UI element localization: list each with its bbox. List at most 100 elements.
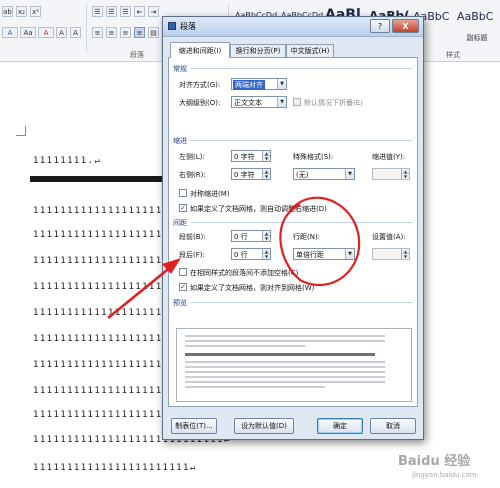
space-before-spinner[interactable]: 0 行 ▲ ▼ [231,230,271,242]
no-space-same-style-label: 在相同样式的段落间不添加空格(C) [190,269,299,277]
ok-button[interactable]: 确定 [317,418,363,434]
document-line: 11111111.↵ [33,156,102,166]
word-app-icon [168,22,176,30]
snap-to-grid-checkbox[interactable]: ✓ [179,283,187,291]
align-right-button[interactable]: ≡ [120,27,131,38]
watermark: Baidu 经验 jingyan.baidu.com [398,450,496,484]
line-spacing-label: 行距(N): [293,233,321,241]
section-divider [191,68,413,69]
space-after-label: 段后(F): [179,251,205,259]
chevron-down-icon: ▼ [345,249,354,259]
numbering-button[interactable]: ☰ [106,6,117,17]
align-left-button[interactable]: ≡ [92,27,103,38]
preview-line [185,353,375,356]
special-indent-select[interactable]: (无) ▼ [293,168,355,180]
subscript-button[interactable]: x₂ [16,6,27,17]
section-divider [191,302,413,303]
indentation-section-title: 缩进 [173,137,187,145]
tab-label: 中文版式(H) [290,47,330,55]
decrease-indent-button[interactable]: ⇤ [134,6,145,17]
spacing-section-title: 间距 [173,219,187,227]
superscript-button[interactable]: x² [30,6,41,17]
style-sample: AaBbC [457,10,494,23]
general-section-title: 常规 [173,65,187,73]
auto-adjust-right-indent-label: 如果定义了文档网格，则自动调整右缩进(D) [190,205,327,213]
space-after-value: 0 行 [234,251,248,259]
space-before-value: 0 行 [234,233,248,241]
increase-indent-button[interactable]: ⇥ [148,6,159,17]
left-indent-label: 左侧(L): [179,153,205,161]
bullets-button[interactable]: ☰ [92,6,103,17]
close-button[interactable]: X [392,19,419,33]
superscript-icon: x² [32,7,39,16]
right-indent-spinner[interactable]: 0 字符 ▲ ▼ [231,168,271,180]
spin-down-icon[interactable]: ▼ [263,236,270,241]
line-spacing-select[interactable]: 单倍行距 ▼ [293,248,355,260]
auto-adjust-right-indent-checkbox[interactable]: ✓ [179,204,187,212]
preview-line [185,371,385,373]
left-indent-spinner[interactable]: 0 字符 ▲ ▼ [231,150,271,162]
help-icon: ? [377,21,383,31]
align-center-button[interactable]: ≡ [106,27,117,38]
chevron-down-icon: ▼ [345,169,354,179]
enclose-char-button[interactable]: A [70,27,81,38]
watermark-logo: Baidu 经验 [398,454,471,469]
align-right-icon: ≡ [122,28,129,37]
style-name: 副标题 [466,34,488,42]
distributed-button[interactable]: ▤ [148,27,159,38]
special-indent-label: 特殊格式(S): [293,153,334,161]
collapse-by-default-label: 默认情况下折叠(E) [304,99,363,107]
enclose-char-icon: A [73,28,78,37]
dialog-titlebar[interactable]: 段落 ? X [163,17,423,37]
tab-line-page-breaks[interactable]: 换行和分页(P) [230,44,286,57]
right-indent-value: 0 字符 [234,171,255,179]
tab-asian-typography[interactable]: 中文版式(H) [286,44,334,57]
spin-down-icon[interactable]: ▼ [263,254,270,259]
outline-level-value: 正文文本 [234,99,262,107]
style-tile-subtitle[interactable]: AaBbC 副标题 [454,6,498,46]
spin-down-icon[interactable]: ▼ [263,174,270,179]
strikethrough-button[interactable]: ab [2,6,13,17]
preview-section-title: 预览 [173,299,187,307]
multilevel-list-button[interactable]: ☰ [120,6,131,17]
document-line: 11111111111111111111111↵ [33,463,197,473]
distributed-icon: ▤ [150,28,157,37]
char-shading-button[interactable]: A [56,27,67,38]
spin-down-icon[interactable]: ▼ [402,174,409,179]
spin-down-icon[interactable]: ▼ [263,156,270,161]
paragraph-preview [176,328,412,402]
inline-image [30,176,168,182]
styles-group-label: 样式 [446,51,460,59]
indent-by-spinner[interactable]: ▲ ▼ [372,168,410,180]
space-after-spinner[interactable]: 0 行 ▲ ▼ [231,248,271,260]
snap-to-grid-label: 如果定义了文档网格，则对齐到网格(W) [190,284,315,292]
margin-corner-mark [16,126,26,136]
tab-label: 换行和分页(P) [235,47,281,55]
cancel-button[interactable]: 取消 [370,418,416,434]
set-as-default-button[interactable]: 设为默认值(D) [234,418,294,434]
at-spinner[interactable]: ▲ ▼ [372,248,410,260]
decrease-indent-icon: ⇤ [136,7,143,16]
tabs-button[interactable]: 制表位(T)... [171,418,217,434]
collapse-by-default-checkbox[interactable] [293,98,301,106]
alignment-select[interactable]: 两端对齐 ▼ [231,78,287,90]
help-button[interactable]: ? [370,19,390,33]
ribbon-separator [86,4,87,52]
alignment-value: 两端对齐 [233,80,265,90]
mirror-indents-checkbox[interactable] [179,189,187,197]
justify-button[interactable]: ≡ [134,27,145,38]
font-color-button[interactable]: A [38,27,54,38]
no-space-same-style-checkbox[interactable] [179,268,187,276]
paragraph-group-label: 段落 [130,51,144,59]
highlight-button[interactable]: Aa [20,27,36,38]
special-indent-value: (无) [296,171,309,179]
preview-line [185,376,385,378]
text-effects-button[interactable]: A [2,27,18,38]
spin-down-icon[interactable]: ▼ [402,254,409,259]
outline-level-select[interactable]: 正文文本 ▼ [231,96,287,108]
text-effects-icon: A [7,28,13,37]
tab-indents-spacing[interactable]: 缩进和间距(I) [170,42,230,58]
dialog-title: 段落 [180,22,196,31]
section-divider [191,222,413,223]
increase-indent-icon: ⇥ [150,7,157,16]
